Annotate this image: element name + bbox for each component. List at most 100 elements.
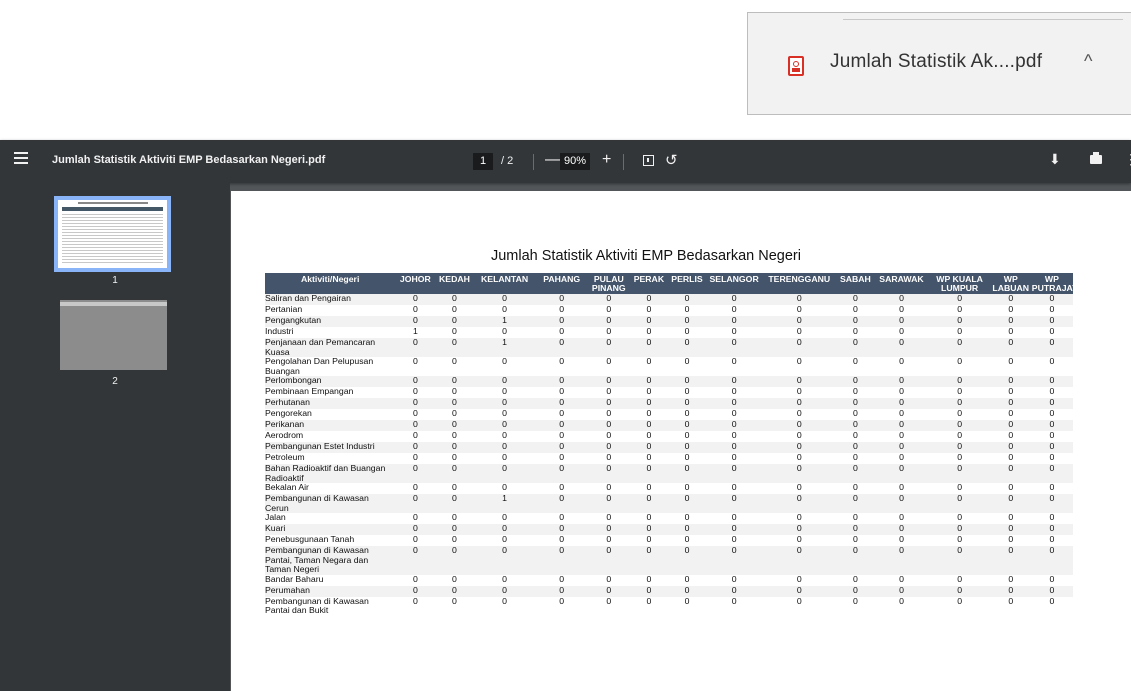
count-cell: 0 xyxy=(957,595,963,606)
count-cell: 0 xyxy=(957,356,963,366)
column-header: TERENGGANU xyxy=(762,273,837,294)
count-cell: 0 xyxy=(452,463,457,473)
count-cell: 0 xyxy=(796,337,802,347)
table-row: Pembangunan Estet Industri 0 0 0 0 0 0 0 0 0 0 0 0 0 0 xyxy=(265,441,1073,453)
count-cell: 0 xyxy=(684,545,690,555)
pdf-page: Jumlah Statistik Aktiviti EMP Bedasarkan… xyxy=(231,191,1131,691)
count-cell: 0 xyxy=(559,545,565,555)
count-cell: 0 xyxy=(1049,573,1055,584)
count-cell: 0 xyxy=(646,463,652,473)
count-cell: 0 xyxy=(606,337,612,347)
zoom-in-button[interactable]: + xyxy=(602,151,611,169)
count-cell: 0 xyxy=(899,595,904,606)
count-cell: 0 xyxy=(559,356,565,366)
count-cell: 0 xyxy=(1008,595,1014,606)
more-options-icon[interactable]: ⋮ xyxy=(1124,151,1131,168)
count-cell: 0 xyxy=(796,356,802,366)
table-row: Bahan Radioaktif dan Buangan Radioaktif 0… xyxy=(265,463,1073,483)
count-cell: 0 xyxy=(559,584,565,595)
activity-cell: Pembangunan di Kawasan Pantai dan Bukit xyxy=(265,595,369,615)
count-cell: 0 xyxy=(412,463,418,473)
table-row: Jalan 0 0 0 0 0 0 0 0 0 0 0 0 0 0 xyxy=(265,512,1073,524)
count-cell: 0 xyxy=(1049,463,1055,473)
count-cell: 0 xyxy=(796,493,802,503)
count-cell: 0 xyxy=(412,573,418,584)
count-cell: 0 xyxy=(502,595,507,606)
table-row: Pembangunan di Kawasan Pantai dan Bukit 0… xyxy=(265,595,1073,616)
count-cell: 0 xyxy=(646,545,652,555)
count-cell: 0 xyxy=(1049,493,1055,503)
chevron-up-icon[interactable]: ^ xyxy=(1084,51,1092,72)
count-cell: 0 xyxy=(412,545,418,555)
count-cell: 0 xyxy=(452,573,457,584)
count-cell: 0 xyxy=(852,595,858,606)
rotate-icon[interactable]: ↺ xyxy=(665,151,678,169)
count-cell: 0 xyxy=(852,493,858,503)
zoom-input[interactable]: 90% xyxy=(560,153,590,170)
count-cell: 0 xyxy=(1049,584,1055,595)
column-header: WP LABUAN xyxy=(990,273,1031,294)
activity-cell: Perumahan xyxy=(265,584,310,595)
count-cell: 0 xyxy=(646,573,652,584)
count-cell: 0 xyxy=(559,463,565,473)
page-thumbnail-2[interactable] xyxy=(60,300,167,370)
statistics-table: Aktiviti/Negeri JOHOR KEDAH KELANTAN PAHANG P… xyxy=(265,273,1083,616)
download-filename[interactable]: Jumlah Statistik Ak....pdf xyxy=(830,51,1042,73)
table-row: Kuari 0 0 0 0 0 0 0 0 0 0 0 0 0 0 xyxy=(265,523,1073,535)
document-title: Jumlah Statistik Aktiviti EMP Bedasarkan… xyxy=(52,154,326,166)
count-cell: 0 xyxy=(957,573,963,584)
count-cell: 0 xyxy=(684,463,690,473)
page-heading: Jumlah Statistik Aktiviti EMP Bedasarkan… xyxy=(490,248,801,264)
count-cell: 0 xyxy=(731,356,737,366)
count-cell: 0 xyxy=(899,573,904,584)
count-cell: 0 xyxy=(1008,356,1014,366)
count-cell: 0 xyxy=(731,337,737,347)
count-cell: 0 xyxy=(731,573,737,584)
activity-cell: Bandar Baharu xyxy=(265,573,324,584)
count-cell: 0 xyxy=(684,493,690,503)
count-cell: 0 xyxy=(412,337,418,347)
count-cell: 0 xyxy=(1008,463,1014,473)
count-cell: 0 xyxy=(606,595,612,606)
download-item[interactable]: Jumlah Statistik Ak....pdf ^ xyxy=(747,12,1131,115)
count-cell: 0 xyxy=(452,337,457,347)
count-cell: 0 xyxy=(852,356,858,366)
count-cell: 0 xyxy=(899,356,904,366)
download-bar-divider xyxy=(843,13,1123,20)
column-header: PULAU PINANG xyxy=(587,273,630,294)
table-row: Aerodrom 0 0 0 0 0 0 0 0 0 0 0 0 0 0 xyxy=(265,430,1073,442)
count-cell: 0 xyxy=(606,584,612,595)
table-row: Perikanan 0 0 0 0 0 0 0 0 0 0 0 0 0 0 xyxy=(265,419,1073,431)
table-row: Perumahan 0 0 0 0 0 0 0 0 0 0 0 0 0 0 xyxy=(265,584,1073,597)
count-cell: 0 xyxy=(502,545,507,555)
viewer-toolbar: Jumlah Statistik Aktiviti EMP Bedasarkan… xyxy=(0,140,1131,183)
count-cell: 0 xyxy=(502,356,507,366)
column-header-activity: Aktiviti/Negeri xyxy=(265,273,396,294)
fit-to-page-icon[interactable] xyxy=(643,155,654,166)
count-cell: 0 xyxy=(1049,595,1055,606)
count-cell: 0 xyxy=(1008,337,1014,347)
count-cell: 0 xyxy=(731,463,737,473)
count-cell: 0 xyxy=(412,584,418,595)
page-number-input[interactable]: 1 xyxy=(473,153,493,170)
count-cell: 0 xyxy=(852,584,858,595)
thumbnail-label-1: 1 xyxy=(112,275,118,286)
column-header: PERLIS xyxy=(667,273,707,294)
count-cell: 0 xyxy=(852,463,858,473)
zoom-out-button[interactable]: — xyxy=(545,151,561,169)
count-cell: 0 xyxy=(899,463,904,473)
thumbnail-sidebar: 1 2 xyxy=(0,183,230,691)
page-thumbnail-1[interactable] xyxy=(54,196,171,272)
download-icon[interactable]: ⬇ xyxy=(1049,151,1061,168)
count-cell: 0 xyxy=(899,584,904,595)
count-cell: 0 xyxy=(559,595,565,606)
column-header: KEDAH xyxy=(435,273,474,294)
count-cell: 0 xyxy=(1049,356,1055,366)
count-cell: 0 xyxy=(502,463,507,473)
count-cell: 0 xyxy=(452,595,457,606)
table-row: Petroleum 0 0 0 0 0 0 0 0 0 0 0 0 0 0 xyxy=(265,452,1073,464)
print-icon[interactable] xyxy=(1090,152,1102,164)
menu-icon[interactable] xyxy=(14,152,28,164)
count-cell: 0 xyxy=(852,545,858,555)
page-total: / 2 xyxy=(501,155,514,167)
